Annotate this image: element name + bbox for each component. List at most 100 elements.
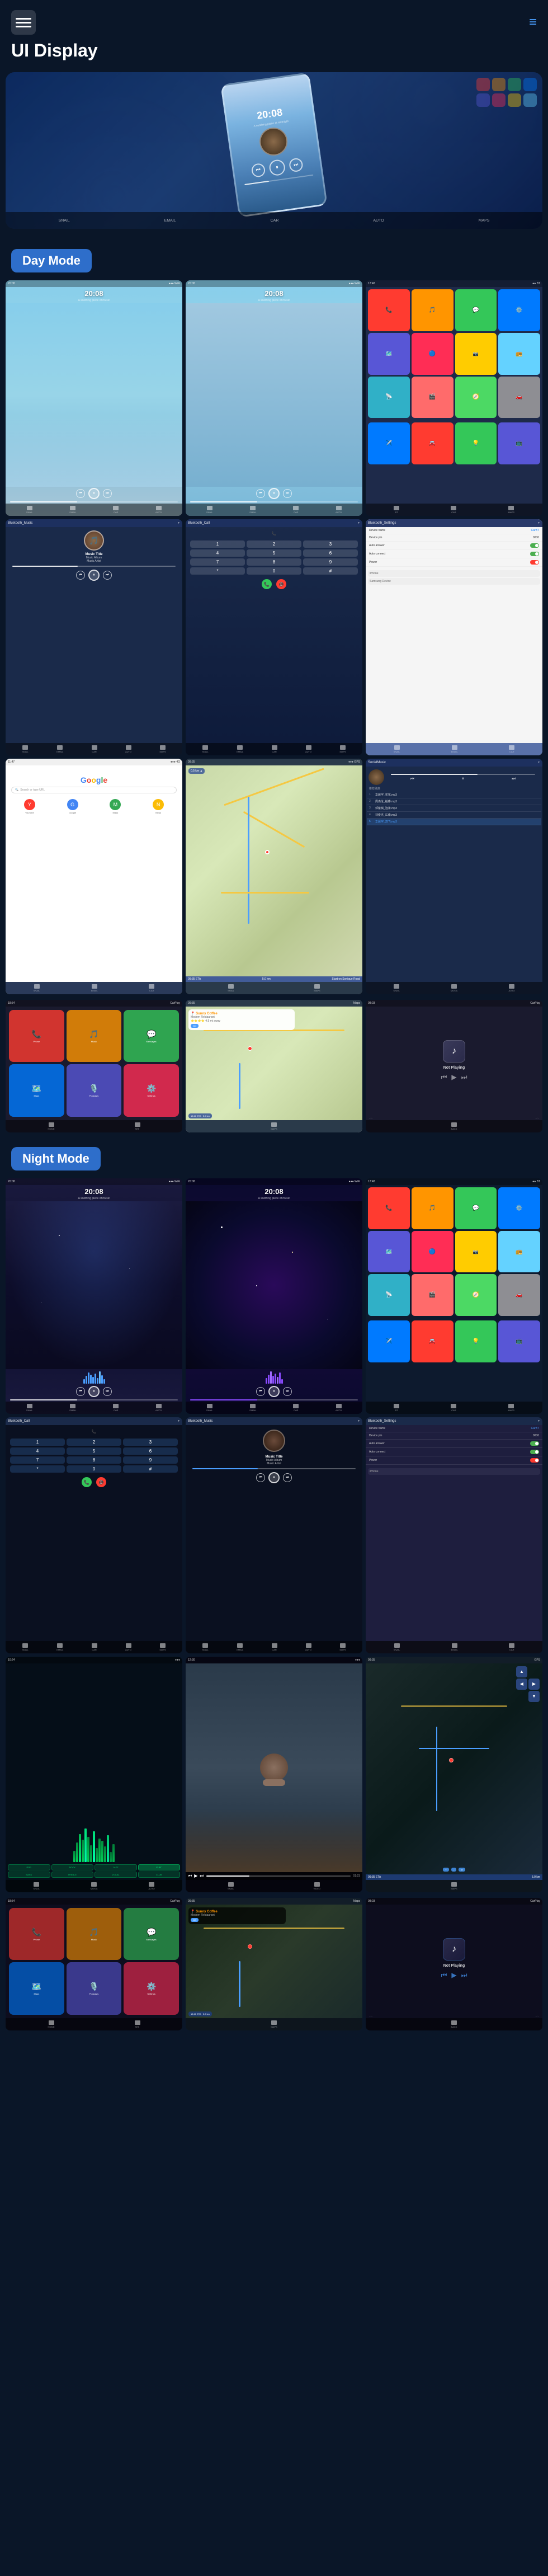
video-prev[interactable]: ⏮ — [188, 1873, 192, 1879]
zoom-in-btn[interactable]: + — [443, 1868, 448, 1872]
carplay-music-btn[interactable]: 🎵 Music — [67, 1010, 122, 1063]
eq-btn-5[interactable]: BASS — [8, 1872, 50, 1878]
app-icon-extra-4[interactable]: 📺 — [498, 422, 540, 464]
album-art: 🎵 — [84, 530, 104, 551]
night-settings-icon[interactable]: ⚙️ — [498, 1187, 540, 1229]
nav-app-icon[interactable]: 🧭 — [455, 377, 497, 419]
messages-app-icon[interactable]: 💬 — [455, 289, 497, 331]
eq-btn-1[interactable]: POP — [8, 1864, 50, 1870]
video-play[interactable]: ▶ — [194, 1873, 197, 1878]
next-btn[interactable]: ⏭ — [461, 1073, 467, 1082]
carplay-phone-btn[interactable]: 📞 Phone — [9, 1010, 64, 1063]
carplay-maps-btn[interactable]: 🗺️ Maps — [9, 1064, 64, 1117]
nav-right-btn[interactable]: ▶ — [528, 1679, 540, 1690]
eq-btn-3[interactable]: JAZZ — [95, 1864, 137, 1870]
night-call-accept[interactable]: 📞 — [82, 1477, 92, 1487]
night-play-btn[interactable]: ▶ — [451, 1971, 456, 1980]
wifi-app-icon[interactable]: 📡 — [368, 377, 410, 419]
eq-btn-6[interactable]: TREBLE — [51, 1872, 94, 1878]
play-btn-np[interactable]: ▶ — [451, 1073, 456, 1082]
night-carplay-settings[interactable]: ⚙️ Settings — [124, 1962, 179, 2015]
night-map-bottom: MAPS — [366, 1880, 542, 1892]
day-bottom-row: 18:54CarPlay 📞 Phone 🎵 Music 💬 Messages … — [0, 1000, 548, 1132]
track-info: Music Title Music Album Music Artist — [8, 552, 180, 564]
map-center-btn[interactable]: ◎ — [459, 1868, 465, 1872]
eq-btn-2[interactable]: ROCK — [51, 1864, 94, 1870]
night-msg-icon[interactable]: 💬 — [455, 1187, 497, 1229]
eq-btn-7[interactable]: VOCAL — [95, 1872, 137, 1878]
photo-app-icon[interactable]: 📷 — [455, 333, 497, 375]
go-button[interactable]: GO — [191, 1024, 199, 1028]
night-wifi-icon[interactable]: 📡 — [368, 1274, 410, 1316]
carplay-settings-btn[interactable]: ⚙️ Settings — [124, 1064, 179, 1117]
call-end-btn[interactable]: 📵 — [276, 579, 286, 589]
song-item-5[interactable]: 5 华晨宇_双飞.mp3 — [367, 819, 541, 825]
night-extra-4[interactable]: 📺 — [498, 1320, 540, 1362]
night-coffee-panel: 📍 Sunny Coffee Modern Restaurant GO — [188, 1907, 286, 1924]
shortcut-4[interactable]: N News — [138, 799, 179, 814]
video-app-icon[interactable]: 🎬 — [412, 377, 453, 419]
night-call-end[interactable]: 📵 — [96, 1477, 106, 1487]
nav-icon[interactable]: ≡ — [529, 15, 537, 30]
time-right: --:-- — [536, 1116, 539, 1119]
night-music-icon[interactable]: 🎵 — [412, 1187, 453, 1229]
night-power: Power — [366, 1456, 542, 1465]
song-item-2[interactable]: 2 周杰伦_稻香.mp3 — [367, 798, 541, 805]
menu-button[interactable] — [11, 10, 36, 35]
zoom-out-btn[interactable]: - — [451, 1868, 456, 1872]
night-phone-icon[interactable]: 📞 — [368, 1187, 410, 1229]
map-bottom-nav: SNAIL MAPS — [186, 982, 362, 994]
night-extra-1[interactable]: ✈️ — [368, 1320, 410, 1362]
night-carplay-music[interactable]: 🎵 Music — [67, 1908, 122, 1961]
call-accept-btn[interactable]: 📞 — [262, 579, 272, 589]
night-prev-btn[interactable]: ⏮ — [441, 1971, 447, 1980]
app-icon-extra-2[interactable]: 🚘 — [412, 422, 453, 464]
night-carplay-messages[interactable]: 💬 Messages — [124, 1908, 179, 1961]
maps-app-icon[interactable]: 🗺️ — [368, 333, 410, 375]
night-nav-bottom: MAPS — [186, 2018, 362, 2030]
shortcut-2[interactable]: G Google — [52, 799, 93, 814]
night-radio-icon[interactable]: 📻 — [498, 1231, 540, 1273]
car-app-icon[interactable]: 🚗 — [498, 377, 540, 419]
eq-btn-8[interactable]: CLUB — [138, 1872, 181, 1878]
prev-btn[interactable]: ⏮ — [441, 1073, 447, 1082]
eq-btn-4[interactable]: FLAT — [138, 1864, 181, 1870]
night-settings-card: Bluetooth_Settings ▼ Device nameCarBT De… — [366, 1417, 542, 1653]
settings-device-pin: Device pin0000 — [366, 534, 542, 542]
night-carplay-maps[interactable]: 🗺️ Maps — [9, 1962, 64, 2015]
night-maps-icon[interactable]: 🗺️ — [368, 1231, 410, 1273]
music-app-icon[interactable]: 🎵 — [412, 289, 453, 331]
google-search-box[interactable]: 🔍 Search or type URL — [11, 787, 177, 793]
radio-app-icon[interactable]: 📻 — [498, 333, 540, 375]
shortcut-1[interactable]: Y YouTube — [9, 799, 50, 814]
social-music-title: SocialMusic ▼ — [366, 759, 542, 767]
night-carplay-phone[interactable]: 📞 Phone — [9, 1908, 64, 1961]
nav-up-btn[interactable]: ▲ — [516, 1666, 527, 1677]
settings-app-icon[interactable]: ⚙️ — [498, 289, 540, 331]
carplay-messages-btn[interactable]: 💬 Messages — [124, 1010, 179, 1063]
carplay-podcast-btn[interactable]: 🎙️ Podcasts — [67, 1064, 122, 1117]
night-carplay-podcast[interactable]: 🎙️ Podcasts — [67, 1962, 122, 2015]
night-extra-3[interactable]: 💡 — [455, 1320, 497, 1362]
night-extra-2[interactable]: 🚘 — [412, 1320, 453, 1362]
nav-left-btn[interactable]: ◀ — [516, 1679, 527, 1690]
shortcut-3[interactable]: M Maps — [95, 799, 136, 814]
social-music-card: SocialMusic ▼ ⏮ ⏸ ⏭ 推荐歌曲 1 华晨宇_花花.mp3 — [366, 759, 542, 994]
phone-app-icon[interactable]: 📞 — [368, 289, 410, 331]
night-go-btn[interactable]: GO — [191, 1918, 199, 1922]
night-video-icon[interactable]: 🎬 — [412, 1274, 453, 1316]
bt-app-icon[interactable]: 🔵 — [412, 333, 453, 375]
nav-down-btn[interactable]: ▼ — [528, 1691, 540, 1702]
song-item-1[interactable]: 1 华晨宇_花花.mp3 — [367, 792, 541, 798]
app-icon-extra-1[interactable]: ✈️ — [368, 422, 410, 464]
night-bt-icon[interactable]: 🔵 — [412, 1231, 453, 1273]
song-item-3[interactable]: 3 邓紫棋_泡沫.mp3 — [367, 805, 541, 812]
video-next[interactable]: ⏭ — [200, 1873, 204, 1879]
night-car-icon[interactable]: 🚗 — [498, 1274, 540, 1316]
night-nav-icon[interactable]: 🧭 — [455, 1274, 497, 1316]
night-next-btn[interactable]: ⏭ — [461, 1971, 467, 1980]
night-photo-icon[interactable]: 📷 — [455, 1231, 497, 1273]
song-item-4[interactable]: 4 林俊杰_江南.mp3 — [367, 812, 541, 819]
night-bt-music-title: Bluetooth_Music ▼ — [186, 1417, 362, 1425]
app-icon-extra-3[interactable]: 💡 — [455, 422, 497, 464]
